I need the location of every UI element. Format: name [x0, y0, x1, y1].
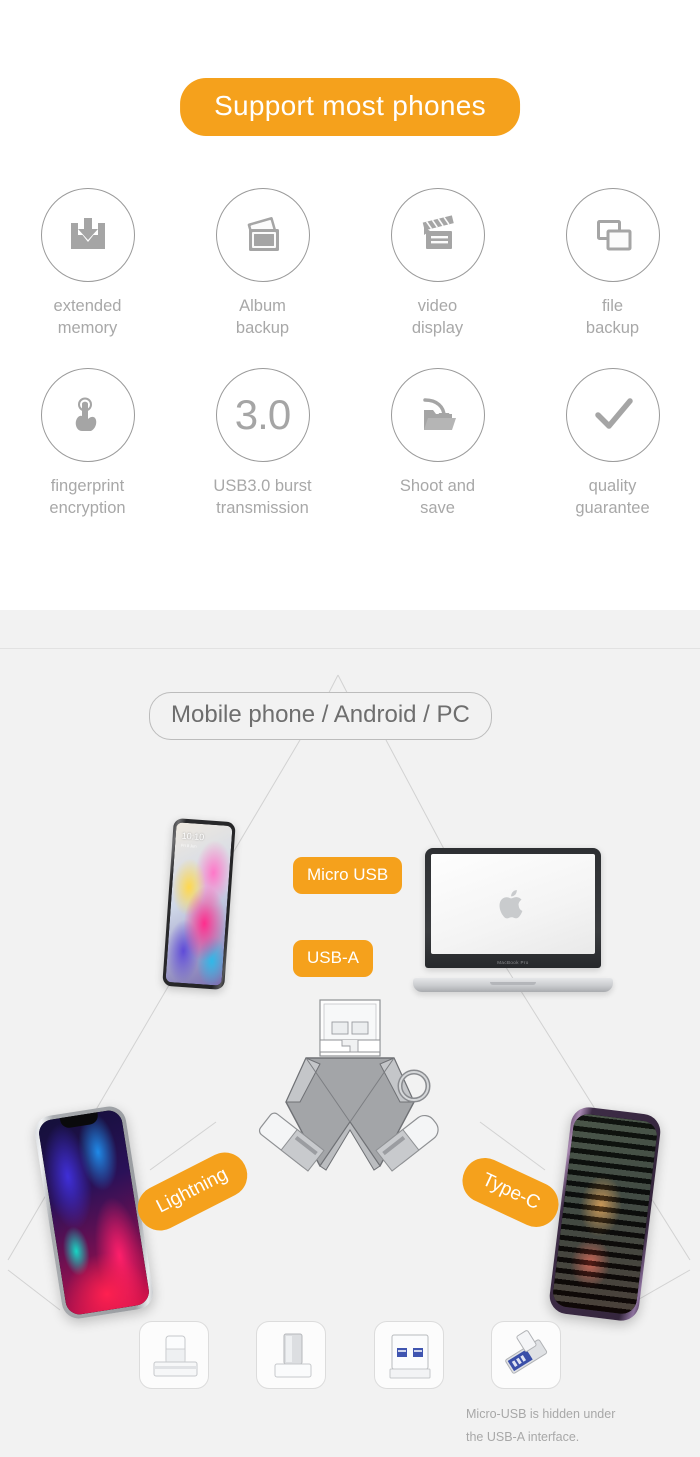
footnote-line-2: the USB-A interface.: [466, 1430, 580, 1445]
feature-fingerprint-encryption[interactable]: fingerprint encryption: [0, 367, 175, 520]
android-phone-device: 10:10 Fri 8 Jun: [162, 818, 236, 990]
feature-label: file backup: [586, 295, 639, 340]
feature-icon-grid: extended memory Album backup video displ…: [0, 188, 700, 519]
label-line-2: memory: [57, 319, 118, 338]
feature-shoot-and-save[interactable]: Shoot and save: [350, 367, 525, 520]
checkmark-icon: [565, 367, 660, 462]
label-line-1: Album: [239, 297, 286, 315]
label-line-1: quality: [588, 476, 637, 495]
thumbnail-divider-line: [0, 648, 700, 649]
apple-logo-icon: [499, 890, 523, 919]
badge-micro-usb: Micro USB: [293, 857, 403, 894]
product-feature-page: Support most phones extended memory Albu…: [0, 0, 700, 1457]
label-line-2: backup: [235, 319, 290, 338]
usb-version-text-icon: 3.0: [215, 367, 310, 462]
footnote-text: Micro-USB is hidden under the USB-A inte…: [466, 1403, 615, 1449]
thumb-type-c-connector[interactable]: [256, 1321, 327, 1389]
label-line-1: extended: [53, 297, 122, 315]
label-line-1: video: [417, 297, 458, 315]
feature-row: extended memory Album backup video displ…: [0, 188, 700, 340]
features-section: Support most phones extended memory Albu…: [0, 0, 700, 610]
laptop-brand-label: MacBook Pro: [497, 960, 529, 965]
thumb-usb-a-connector[interactable]: [373, 1321, 444, 1389]
label-line-2: backup: [585, 319, 640, 338]
footnote-line-1: Micro-USB is hidden under: [466, 1407, 616, 1421]
feature-label: Album backup: [236, 295, 289, 340]
feature-usb3-transmission[interactable]: 3.0 USB3.0 burst transmission: [175, 367, 350, 520]
feature-label: video display: [412, 295, 463, 340]
laptop-base: [413, 978, 613, 992]
phone-screen: 10:10 Fri 8 Jun: [165, 822, 233, 986]
badge-usb-a: USB-A: [293, 940, 373, 977]
feature-video-display[interactable]: video display: [350, 188, 525, 340]
usb-version-value: 3.0: [234, 390, 291, 438]
label-line-1: Shoot and: [399, 476, 476, 495]
label-line-2: transmission: [216, 498, 309, 517]
photo-stack-icon: [215, 188, 310, 282]
label-line-2: display: [411, 319, 464, 338]
feature-label: extended memory: [54, 295, 122, 340]
feature-label: USB3.0 burst transmission: [213, 475, 311, 520]
laptop-screen: [431, 854, 595, 954]
feature-label: fingerprint encryption: [49, 475, 125, 520]
feature-album-backup[interactable]: Album backup: [175, 188, 350, 340]
fingerprint-touch-icon: [40, 367, 135, 462]
connector-thumbnail-row: [139, 1320, 561, 1390]
phone-clock: 10:10: [181, 830, 205, 843]
folder-import-icon: [390, 367, 485, 462]
feature-quality-guarantee[interactable]: quality guarantee: [525, 367, 700, 520]
feature-file-backup[interactable]: file backup: [525, 188, 700, 340]
thumb-lightning-connector[interactable]: [139, 1321, 209, 1389]
copy-files-icon: [565, 188, 660, 282]
feature-extended-memory[interactable]: extended memory: [0, 188, 175, 340]
laptop-lid-notch: [490, 982, 536, 985]
macbook-device: MacBook Pro: [413, 848, 613, 996]
label-line-2: guarantee: [575, 498, 650, 517]
label-line-1: USB3.0 burst: [213, 476, 312, 495]
compatibility-pill: Mobile phone / Android / PC: [149, 692, 492, 740]
four-in-one-adapter-device: [238, 998, 462, 1194]
download-tray-icon: [40, 188, 135, 282]
label-line-2: encryption: [49, 498, 126, 517]
label-line-1: file: [601, 297, 624, 315]
label-line-2: save: [420, 498, 455, 517]
label-line-1: fingerprint: [50, 476, 125, 495]
feature-label: quality guarantee: [575, 475, 649, 520]
thumb-micro-usb-connector[interactable]: [490, 1321, 561, 1389]
usb-a-plug: [319, 999, 381, 1057]
laptop-lid: MacBook Pro: [425, 848, 601, 968]
phone-wallpaper: [165, 822, 233, 986]
feature-row: fingerprint encryption 3.0 USB3.0 burst …: [0, 367, 700, 520]
feature-label: Shoot and save: [400, 475, 475, 520]
page-title: Support most phones: [180, 78, 520, 136]
clapperboard-icon: [390, 188, 485, 282]
